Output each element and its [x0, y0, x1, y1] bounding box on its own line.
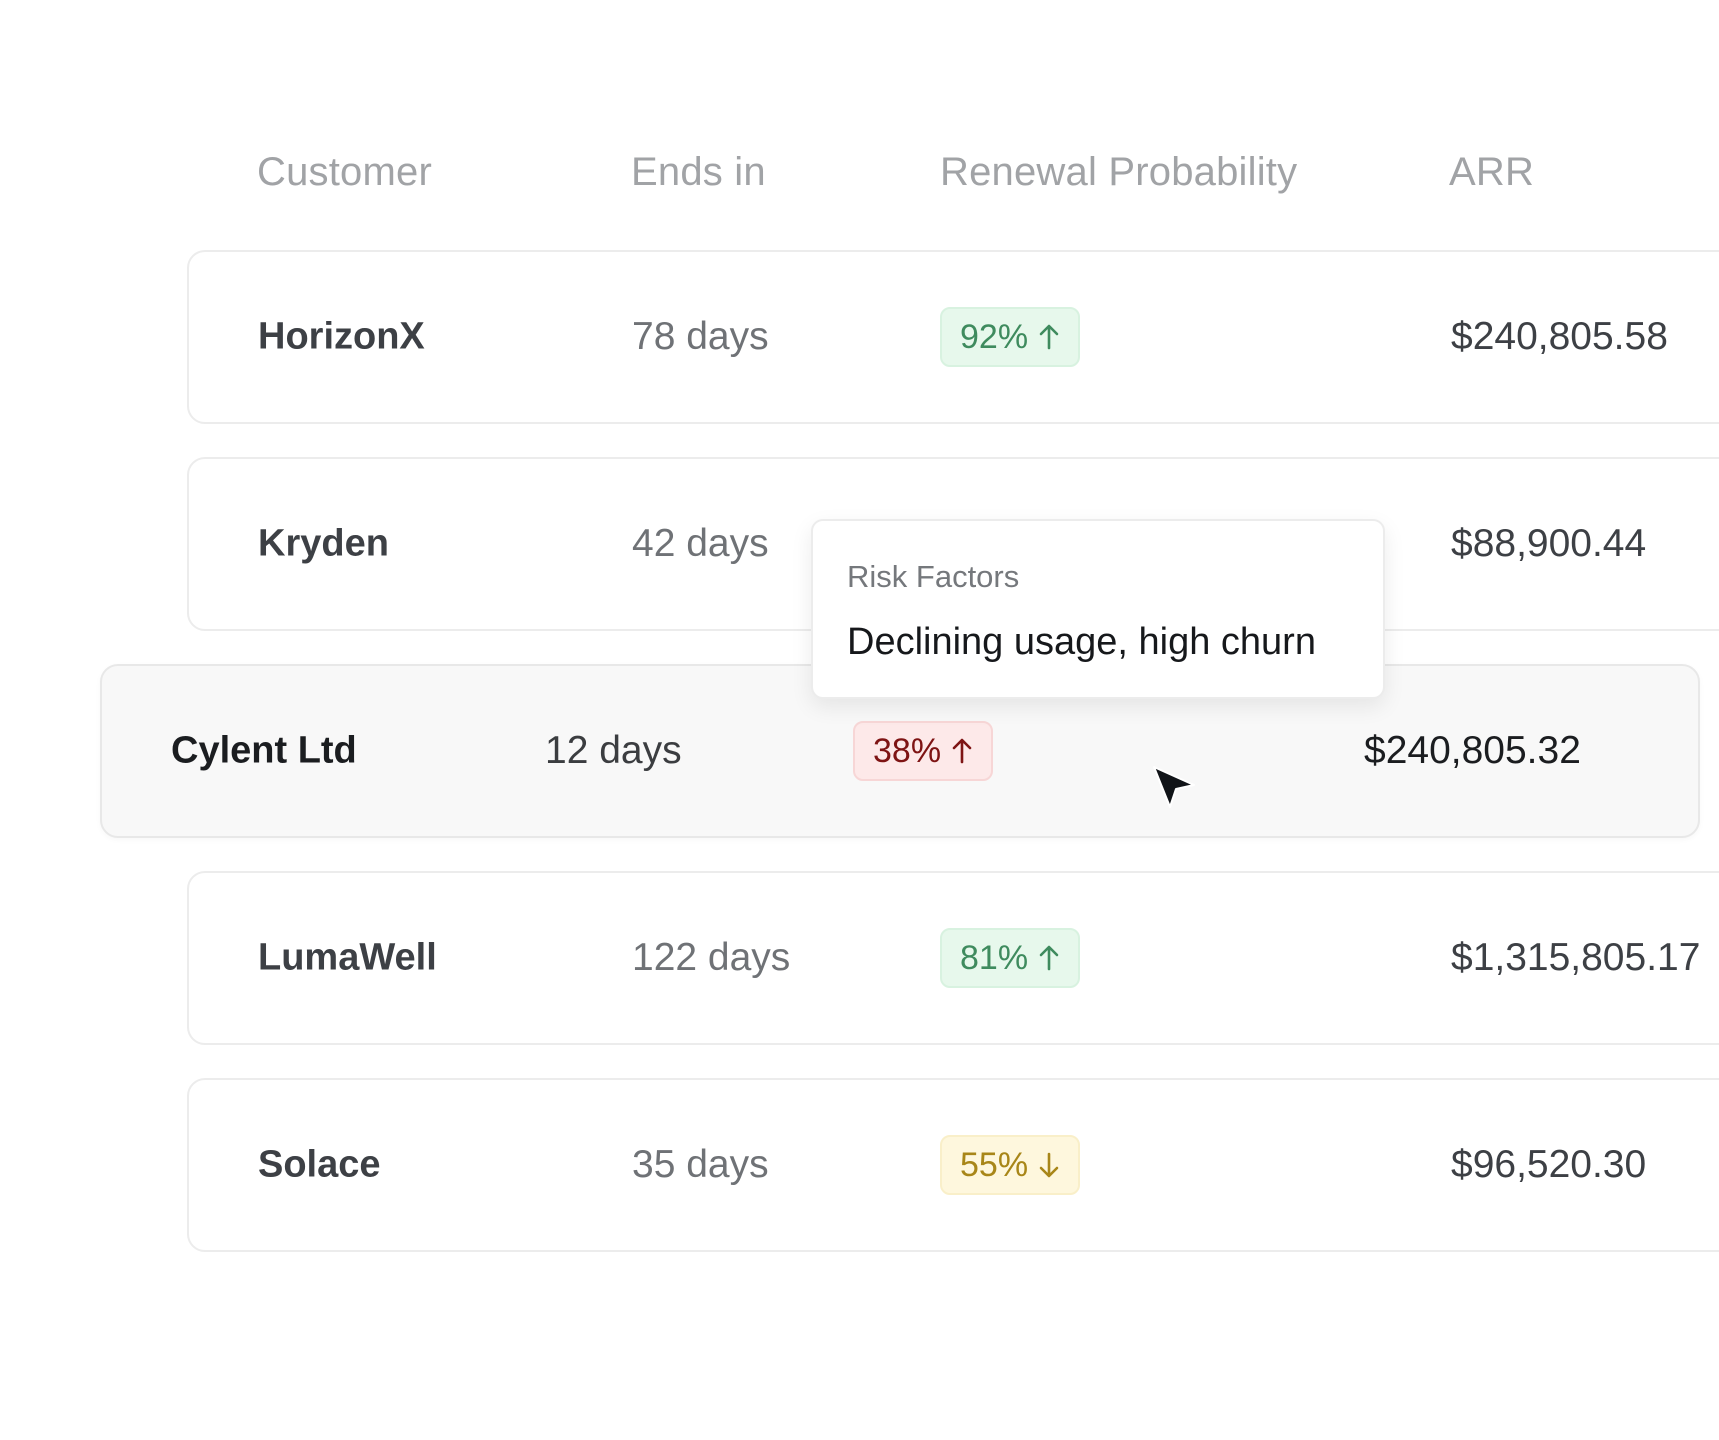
- column-header-ends-in[interactable]: Ends in: [631, 150, 766, 195]
- arrow-up-icon: [952, 738, 972, 764]
- probability-value: 38%: [873, 731, 942, 770]
- ends-in-value: 35 days: [632, 1143, 769, 1186]
- table-row[interactable]: HorizonX 78 days 92% $240,805.58: [187, 250, 1719, 424]
- tooltip-body: Declining usage, high churn: [847, 621, 1316, 663]
- risk-factors-tooltip: Risk Factors Declining usage, high churn: [811, 519, 1385, 699]
- mouse-pointer-icon: [1153, 766, 1195, 808]
- ends-in-value: 12 days: [545, 729, 682, 772]
- arr-value: $240,805.32: [1364, 729, 1581, 772]
- table-row[interactable]: Solace 35 days 55% $96,520.30: [187, 1078, 1719, 1252]
- status-badge: 38%: [853, 721, 994, 781]
- column-header-renewal-probability[interactable]: Renewal Probability: [940, 150, 1297, 195]
- ends-in-value: 122 days: [632, 936, 791, 979]
- renewal-probability-badge: 92%: [940, 307, 1081, 367]
- ends-in-value: 78 days: [632, 315, 769, 358]
- arrow-up-icon: [1039, 945, 1059, 971]
- customer-name: Kryden: [258, 522, 389, 565]
- column-header-customer[interactable]: Customer: [257, 150, 432, 195]
- status-badge: 81%: [940, 928, 1081, 988]
- customer-name: HorizonX: [258, 315, 425, 358]
- probability-value: 92%: [960, 317, 1029, 356]
- probability-value: 55%: [960, 1145, 1029, 1184]
- customer-name: Solace: [258, 1143, 381, 1186]
- status-badge: 55%: [940, 1135, 1081, 1195]
- renewal-probability-badge[interactable]: 38%: [853, 721, 994, 781]
- renewals-table: Customer Ends in Renewal Probability ARR…: [0, 0, 1719, 1440]
- probability-value: 81%: [960, 938, 1029, 977]
- status-badge: 92%: [940, 307, 1081, 367]
- customer-name: LumaWell: [258, 936, 437, 979]
- renewal-probability-badge: 81%: [940, 928, 1081, 988]
- arr-value: $88,900.44: [1451, 522, 1647, 565]
- arrow-down-icon: [1039, 1152, 1059, 1178]
- arr-value: $96,520.30: [1451, 1143, 1647, 1186]
- customer-name: Cylent Ltd: [171, 729, 357, 772]
- arrow-up-icon: [1039, 324, 1059, 350]
- arr-value: $240,805.58: [1451, 315, 1668, 358]
- renewal-probability-badge: 55%: [940, 1135, 1081, 1195]
- ends-in-value: 42 days: [632, 522, 769, 565]
- tooltip-title: Risk Factors: [847, 559, 1020, 594]
- table-row[interactable]: LumaWell 122 days 81% $1,315,805.17: [187, 871, 1719, 1045]
- arr-value: $1,315,805.17: [1451, 936, 1701, 979]
- column-header-arr[interactable]: ARR: [1449, 150, 1534, 195]
